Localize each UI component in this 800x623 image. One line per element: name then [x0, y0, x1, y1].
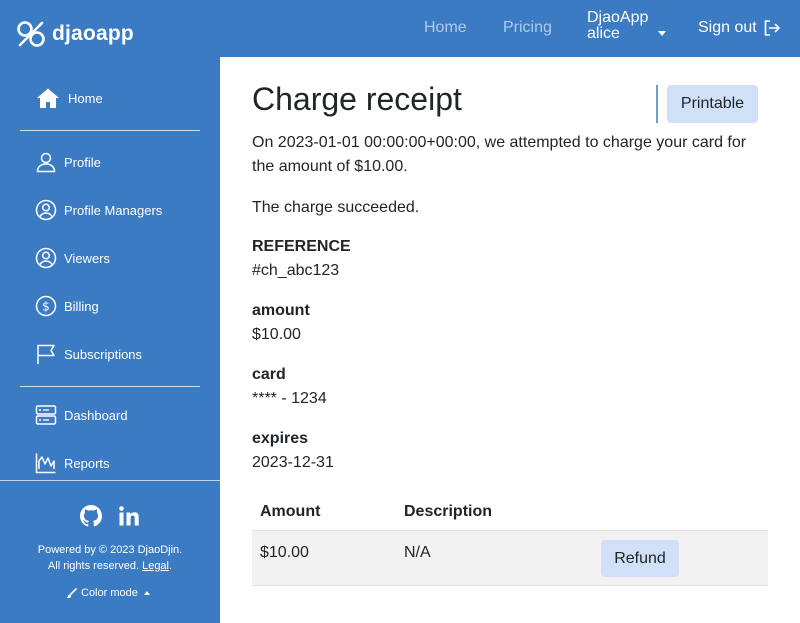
powered-by-text: Powered by © 2023 DjaoDjin. — [37, 544, 183, 556]
rights-suffix: . — [169, 560, 173, 572]
sidebar-item-label: Viewers — [64, 250, 111, 266]
footer-copyright: Powered by © 2023 DjaoDjin. All rights r… — [0, 542, 220, 574]
svg-text:$: $ — [42, 300, 50, 314]
sidebar-footer: Powered by © 2023 DjaoDjin. All rights r… — [0, 480, 220, 623]
sidebar-item-label: Dashboard — [64, 407, 128, 423]
cell-description: N/A — [404, 544, 431, 561]
sidebar-divider — [20, 130, 200, 131]
user-menu-dropdown[interactable]: DjaoApp alice — [587, 9, 667, 42]
sidebar: Home Profile Profile Managers Viewers $ … — [0, 57, 220, 623]
legal-link[interactable]: Legal — [142, 560, 169, 572]
color-mode-toggle[interactable]: Color mode — [66, 587, 150, 599]
sidebar-item-label: Reports — [64, 455, 110, 471]
github-icon[interactable] — [80, 505, 102, 527]
sidebar-divider — [20, 386, 200, 387]
charge-status-text: The charge succeeded. — [252, 199, 420, 216]
user-name: alice — [587, 25, 620, 42]
sidebar-item-label: Profile — [64, 154, 101, 170]
charge-intro-text: On 2023-01-01 00:00:00+00:00, we attempt… — [252, 134, 747, 175]
sidebar-item-subscriptions[interactable]: Subscriptions — [35, 343, 142, 365]
field-label-reference: REFERENCE — [252, 238, 351, 255]
brush-icon — [66, 587, 77, 598]
sidebar-item-reports[interactable]: Reports — [35, 452, 110, 474]
printable-button[interactable]: Printable — [667, 85, 758, 123]
brand-name: djaoapp — [52, 22, 134, 45]
brand-logo[interactable]: djaoapp — [16, 19, 134, 49]
field-value-amount: $10.00 — [252, 326, 301, 343]
sidebar-item-label: Subscriptions — [64, 346, 143, 362]
sidebar-item-label: Profile Managers — [64, 202, 163, 218]
sidebar-item-dashboard[interactable]: Dashboard — [35, 404, 128, 426]
sidebar-item-label: Home — [68, 90, 103, 106]
page-title: Charge receipt — [252, 81, 462, 117]
flag-icon — [37, 344, 55, 364]
field-label-card: card — [252, 366, 286, 383]
sidebar-item-profile-managers[interactable]: Profile Managers — [35, 199, 162, 221]
nav-home-link[interactable]: Home — [424, 19, 467, 37]
refund-button[interactable]: Refund — [601, 540, 679, 577]
sidebar-item-profile[interactable]: Profile — [35, 151, 101, 173]
linkedin-icon[interactable] — [118, 505, 140, 527]
field-value-card: **** - 1234 — [252, 390, 327, 407]
color-mode-label: Color mode — [81, 587, 138, 599]
table-row: $10.00 N/A Refund — [252, 531, 768, 586]
box-arrow-right-icon — [764, 20, 780, 36]
sidebar-item-billing[interactable]: $ Billing — [35, 295, 99, 317]
nav-pricing-link[interactable]: Pricing — [503, 19, 552, 37]
rights-text: All rights reserved. — [47, 560, 140, 572]
sidebar-item-home[interactable]: Home — [36, 87, 103, 109]
column-header-amount: Amount — [260, 503, 321, 520]
dollar-circle-icon: $ — [35, 295, 57, 317]
charges-table-header: Amount Description — [252, 497, 768, 531]
djaoapp-logo-icon — [17, 21, 45, 47]
house-icon — [37, 88, 59, 108]
field-label-expires: expires — [252, 430, 309, 447]
field-value-expires: 2023-12-31 — [252, 454, 334, 471]
caret-down-icon — [658, 30, 667, 36]
top-navbar: djaoapp Home Pricing DjaoApp alice Sign … — [0, 0, 800, 57]
sidebar-item-viewers[interactable]: Viewers — [35, 247, 110, 269]
sidebar-item-label: Billing — [64, 298, 99, 314]
person-icon — [36, 152, 56, 173]
column-header-description: Description — [404, 503, 493, 520]
cell-amount: $10.00 — [260, 544, 309, 561]
signout-link[interactable]: Sign out — [698, 19, 781, 37]
person-circle-icon — [35, 199, 57, 221]
server-icon — [35, 405, 57, 425]
field-value-reference: #ch_abc123 — [252, 262, 340, 279]
title-divider — [656, 85, 658, 123]
chart-icon — [35, 453, 56, 474]
person-circle-icon — [35, 247, 57, 269]
signout-label: Sign out — [698, 19, 757, 36]
field-label-amount: amount — [252, 302, 310, 319]
user-org-name: DjaoApp — [587, 9, 649, 26]
caret-up-icon — [143, 591, 150, 595]
